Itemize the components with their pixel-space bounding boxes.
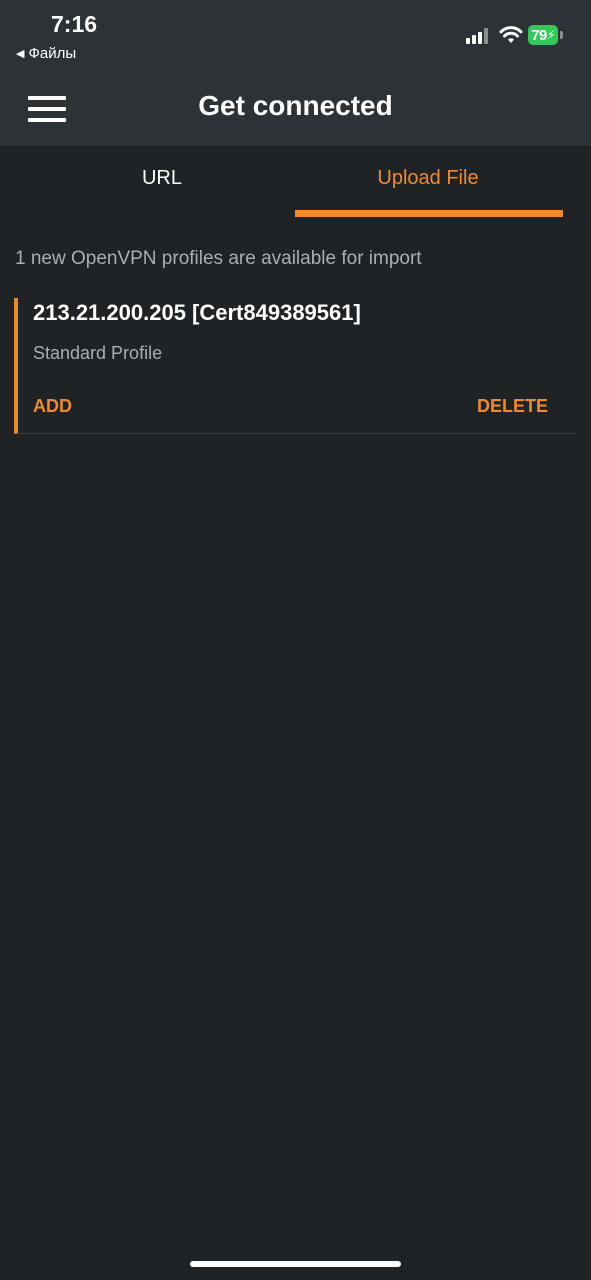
page-title: Get connected xyxy=(198,90,393,121)
tab-url-label: URL xyxy=(141,167,182,189)
tab-url[interactable]: URL xyxy=(29,146,295,218)
tab-bar: URL Upload File xyxy=(0,146,591,218)
tab-upload-file[interactable]: Upload File xyxy=(295,146,561,218)
battery-icon: 79 ⚡ xyxy=(528,25,563,45)
charging-bolt-icon: ⚡ xyxy=(546,28,555,42)
delete-profile-button[interactable]: DELETE xyxy=(477,396,548,417)
back-to-app-link[interactable]: ◀ Файлы xyxy=(16,45,76,62)
profile-type: Standard Profile xyxy=(33,343,163,363)
active-tab-indicator xyxy=(295,210,563,217)
add-profile-button[interactable]: ADD xyxy=(33,396,72,417)
wifi-icon xyxy=(499,26,523,43)
profile-name: 213.21.200.205 [Cert849389561] xyxy=(33,300,361,325)
tab-upload-file-label: Upload File xyxy=(377,167,479,189)
import-info-text: 1 new OpenVPN profiles are available for… xyxy=(15,248,422,269)
profile-card: 213.21.200.205 [Cert849389561] Standard … xyxy=(14,298,576,434)
back-app-label: Файлы xyxy=(28,45,77,62)
back-triangle-icon: ◀ xyxy=(16,48,25,60)
app-bar: Get connected xyxy=(0,70,591,146)
status-time: 7:16 xyxy=(51,11,98,37)
home-indicator[interactable] xyxy=(190,1261,401,1267)
battery-level: 79 xyxy=(531,26,547,44)
status-bar: 7:16 ◀ Файлы 79 ⚡ xyxy=(0,0,591,70)
signal-icon xyxy=(466,28,488,44)
